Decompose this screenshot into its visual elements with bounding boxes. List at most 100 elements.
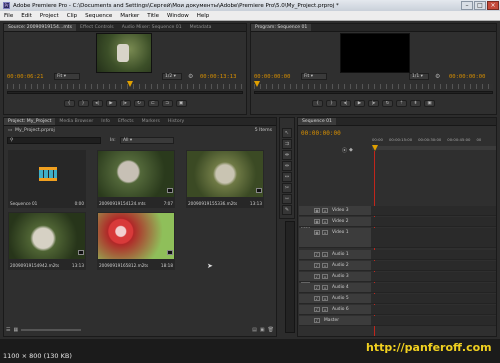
insert-icon[interactable]: ⊏: [147, 99, 159, 107]
step-back-icon[interactable]: ◂|: [340, 99, 351, 107]
project-search-input[interactable]: ⚲: [7, 137, 101, 144]
menu-title[interactable]: Title: [143, 13, 163, 19]
timeline-ruler[interactable]: 00:00 00:00:15:00 00:00:30:00 00:00:45:0…: [372, 137, 496, 146]
maximize-button[interactable]: □: [474, 1, 486, 10]
speaker-icon[interactable]: ♪: [314, 285, 320, 290]
work-area-bar[interactable]: [372, 146, 496, 150]
icon-view-icon[interactable]: ▦: [13, 327, 18, 333]
snap-icon[interactable]: ⦿: [342, 147, 347, 154]
tab-audio-mixer[interactable]: Audio Mixer: Sequence 01: [118, 24, 186, 31]
project-item-clip[interactable]: 20090919154942.m2ts 13:13: [8, 212, 86, 270]
close-button[interactable]: ×: [487, 1, 499, 10]
lock-icon[interactable]: ▫: [322, 263, 328, 268]
pen-tool-icon[interactable]: ✎: [282, 205, 292, 215]
lock-icon[interactable]: ▫: [322, 285, 328, 290]
track-audio-6[interactable]: ♪ ▫ Audio 6: [299, 305, 496, 315]
source-zoom-bar[interactable]: [7, 91, 243, 94]
lock-icon[interactable]: ▫: [322, 219, 328, 224]
menu-marker[interactable]: Marker: [116, 13, 143, 19]
track-video-2[interactable]: ◉ ▫ Video 2: [299, 217, 496, 227]
marker-icon[interactable]: ◆: [349, 147, 353, 153]
new-bin-icon[interactable]: ▤: [252, 327, 257, 333]
menu-project[interactable]: Project: [36, 13, 63, 19]
speaker-icon[interactable]: ♪: [314, 318, 320, 323]
track-audio-3[interactable]: ♪ ▫ Audio 3: [299, 272, 496, 282]
step-back-icon[interactable]: ◂|: [91, 99, 103, 107]
track-select-tool-icon[interactable]: ⇉: [282, 139, 292, 149]
track-audio-5[interactable]: ♪ ▫ Audio 5: [299, 294, 496, 304]
project-item-clip[interactable]: 20090919154124.mts 7:07: [97, 150, 175, 208]
tab-effect-controls[interactable]: Effect Controls: [76, 24, 118, 31]
track-audio-2[interactable]: ♪ ▫ Audio 2: [299, 261, 496, 271]
tab-source[interactable]: Source: 20090919154...mts: [4, 24, 76, 31]
lock-icon[interactable]: ▫: [322, 307, 328, 312]
lock-icon[interactable]: ▫: [322, 208, 328, 213]
timeline-timecode[interactable]: 00:00:00:00: [301, 130, 341, 137]
track-audio-1[interactable]: ♪ ▫ Audio 1: [299, 250, 496, 260]
menu-sequence[interactable]: Sequence: [81, 13, 116, 19]
wrench-icon[interactable]: ⚙: [435, 73, 440, 80]
extract-icon[interactable]: ⇞: [410, 99, 421, 107]
speaker-icon[interactable]: ♪: [314, 307, 320, 312]
speaker-icon[interactable]: ♪: [314, 296, 320, 301]
tab-program[interactable]: Program: Sequence 01: [251, 24, 312, 31]
tab-info[interactable]: Info: [97, 118, 114, 125]
program-time-ruler[interactable]: [254, 84, 493, 89]
menu-window[interactable]: Window: [163, 13, 193, 19]
step-forward-icon[interactable]: |▸: [119, 99, 131, 107]
source-zoom-select[interactable]: Fit ▾: [54, 73, 80, 80]
track-video-3[interactable]: ◉ ▫ Video 3: [299, 206, 496, 216]
play-icon[interactable]: ▶: [354, 99, 365, 107]
rolling-edit-tool-icon[interactable]: ⇹: [282, 161, 292, 171]
export-frame-icon[interactable]: ▣: [424, 99, 435, 107]
in-filter-select[interactable]: All ▾: [120, 137, 174, 144]
play-icon[interactable]: ▶: [105, 99, 117, 107]
tab-metadata[interactable]: Metadata: [186, 24, 216, 31]
source-resolution-select[interactable]: 1/2 ▾: [162, 73, 182, 80]
lift-icon[interactable]: ⇡: [396, 99, 407, 107]
speaker-icon[interactable]: ♪: [314, 263, 320, 268]
step-forward-icon[interactable]: |▸: [368, 99, 379, 107]
new-item-icon[interactable]: ▣: [260, 327, 265, 333]
speaker-icon[interactable]: ♪: [314, 252, 320, 257]
loop-icon[interactable]: ↻: [133, 99, 145, 107]
menu-file[interactable]: File: [0, 13, 17, 19]
export-frame-icon[interactable]: ▣: [175, 99, 187, 107]
program-zoom-bar[interactable]: [254, 91, 493, 94]
overlay-icon[interactable]: ⊐: [161, 99, 173, 107]
selection-tool-icon[interactable]: ↖: [282, 128, 292, 138]
rate-stretch-tool-icon[interactable]: ↔: [282, 172, 292, 182]
eye-icon[interactable]: ◉: [314, 208, 320, 213]
mark-out-icon[interactable]: }: [326, 99, 337, 107]
track-audio-4[interactable]: ♪ ▫ Audio 4: [299, 283, 496, 293]
delete-icon[interactable]: 🗑: [268, 327, 274, 333]
tab-media-browser[interactable]: Media Browser: [55, 118, 97, 125]
track-master[interactable]: ♪ Master: [299, 316, 496, 326]
mark-in-icon[interactable]: {: [63, 99, 75, 107]
tab-history[interactable]: History: [164, 118, 188, 125]
program-zoom-select[interactable]: Fit ▾: [301, 73, 327, 80]
lock-icon[interactable]: ▫: [322, 296, 328, 301]
wrench-icon[interactable]: ⚙: [188, 73, 193, 80]
project-item-clip[interactable]: 20090919165812.m2ts 18:18: [97, 212, 175, 270]
track-video-1[interactable]: ◉ ▫ Video 1: [299, 228, 496, 248]
lock-icon[interactable]: ▫: [322, 252, 328, 257]
tab-project[interactable]: Project: My_Project: [4, 118, 56, 125]
mark-out-icon[interactable]: }: [77, 99, 89, 107]
lock-icon[interactable]: ▫: [322, 230, 328, 235]
list-view-icon[interactable]: ☰: [6, 327, 10, 333]
source-timecode-current[interactable]: 00:00:06:21: [7, 74, 43, 80]
project-item-sequence[interactable]: Sequence 01 0:00: [8, 150, 86, 208]
source-time-ruler[interactable]: [7, 84, 243, 89]
menu-edit[interactable]: Edit: [17, 13, 36, 19]
project-item-clip[interactable]: 20090919155336.m2ts 13:13: [186, 150, 264, 208]
menu-clip[interactable]: Clip: [63, 13, 81, 19]
tab-sequence[interactable]: Sequence 01: [298, 118, 336, 125]
tab-effects[interactable]: Effects: [114, 118, 138, 125]
ripple-edit-tool-icon[interactable]: ⇼: [282, 150, 292, 160]
thumbnail-size-slider[interactable]: [21, 329, 82, 331]
lock-icon[interactable]: ▫: [322, 274, 328, 279]
speaker-icon[interactable]: ♪: [314, 274, 320, 279]
eye-icon[interactable]: ◉: [314, 230, 320, 235]
program-timecode-current[interactable]: 00:00:00:00: [254, 74, 290, 80]
